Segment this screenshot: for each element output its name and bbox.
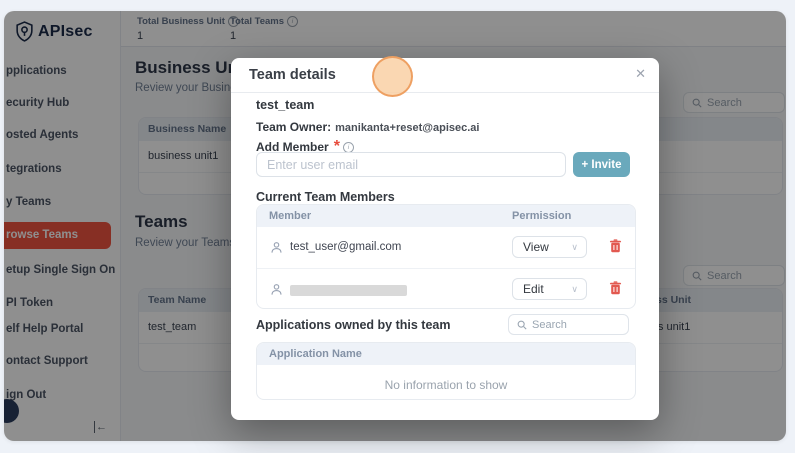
column-header: Application Name	[269, 348, 362, 360]
close-icon[interactable]: ✕	[635, 66, 646, 82]
team-owner-email: manikanta+reset@apisec.ai	[335, 122, 480, 134]
empty-state-text: No information to show	[384, 378, 508, 392]
redacted-member-email	[290, 285, 407, 296]
team-name: test_team	[256, 98, 315, 112]
info-icon[interactable]: i	[342, 141, 354, 153]
modal-header: Team details ✕	[231, 58, 659, 93]
member-email: test_user@gmail.com	[290, 241, 402, 253]
invite-button[interactable]: + Invite	[573, 152, 630, 177]
chevron-down-icon: ∨	[571, 284, 578, 294]
chevron-down-icon: ∨	[571, 242, 578, 252]
column-header: Member	[269, 210, 312, 222]
apps-search[interactable]: Search	[508, 314, 629, 335]
search-icon	[517, 320, 527, 330]
person-icon	[271, 242, 282, 253]
person-icon	[271, 284, 282, 295]
modal-title: Team details	[249, 67, 336, 83]
member-email-input[interactable]	[256, 152, 566, 177]
permission-select[interactable]: View ∨	[512, 236, 587, 258]
team-details-modal: Team details ✕ test_team Team Owner: mani…	[231, 58, 659, 420]
column-header: Permission	[512, 210, 572, 222]
member-row: test_user@gmail.com View ∨	[257, 227, 635, 269]
team-owner-row: Team Owner: manikanta+reset@apisec.ai	[256, 118, 479, 136]
apps-owned-title: Applications owned by this team	[256, 318, 451, 332]
search-placeholder: Search	[532, 318, 567, 331]
member-row: Edit ∨	[257, 269, 635, 308]
trash-icon[interactable]	[609, 281, 622, 295]
empty-state-row: No information to show	[257, 365, 635, 399]
click-indicator	[372, 56, 413, 97]
trash-icon[interactable]	[609, 239, 622, 253]
applications-table: Application Name No information to show	[256, 342, 636, 400]
members-table: Member Permission test_user@gmail.com Vi…	[256, 204, 636, 309]
permission-select[interactable]: Edit ∨	[512, 278, 587, 300]
current-members-title: Current Team Members	[256, 190, 395, 204]
team-owner-label: Team Owner:	[256, 120, 332, 134]
